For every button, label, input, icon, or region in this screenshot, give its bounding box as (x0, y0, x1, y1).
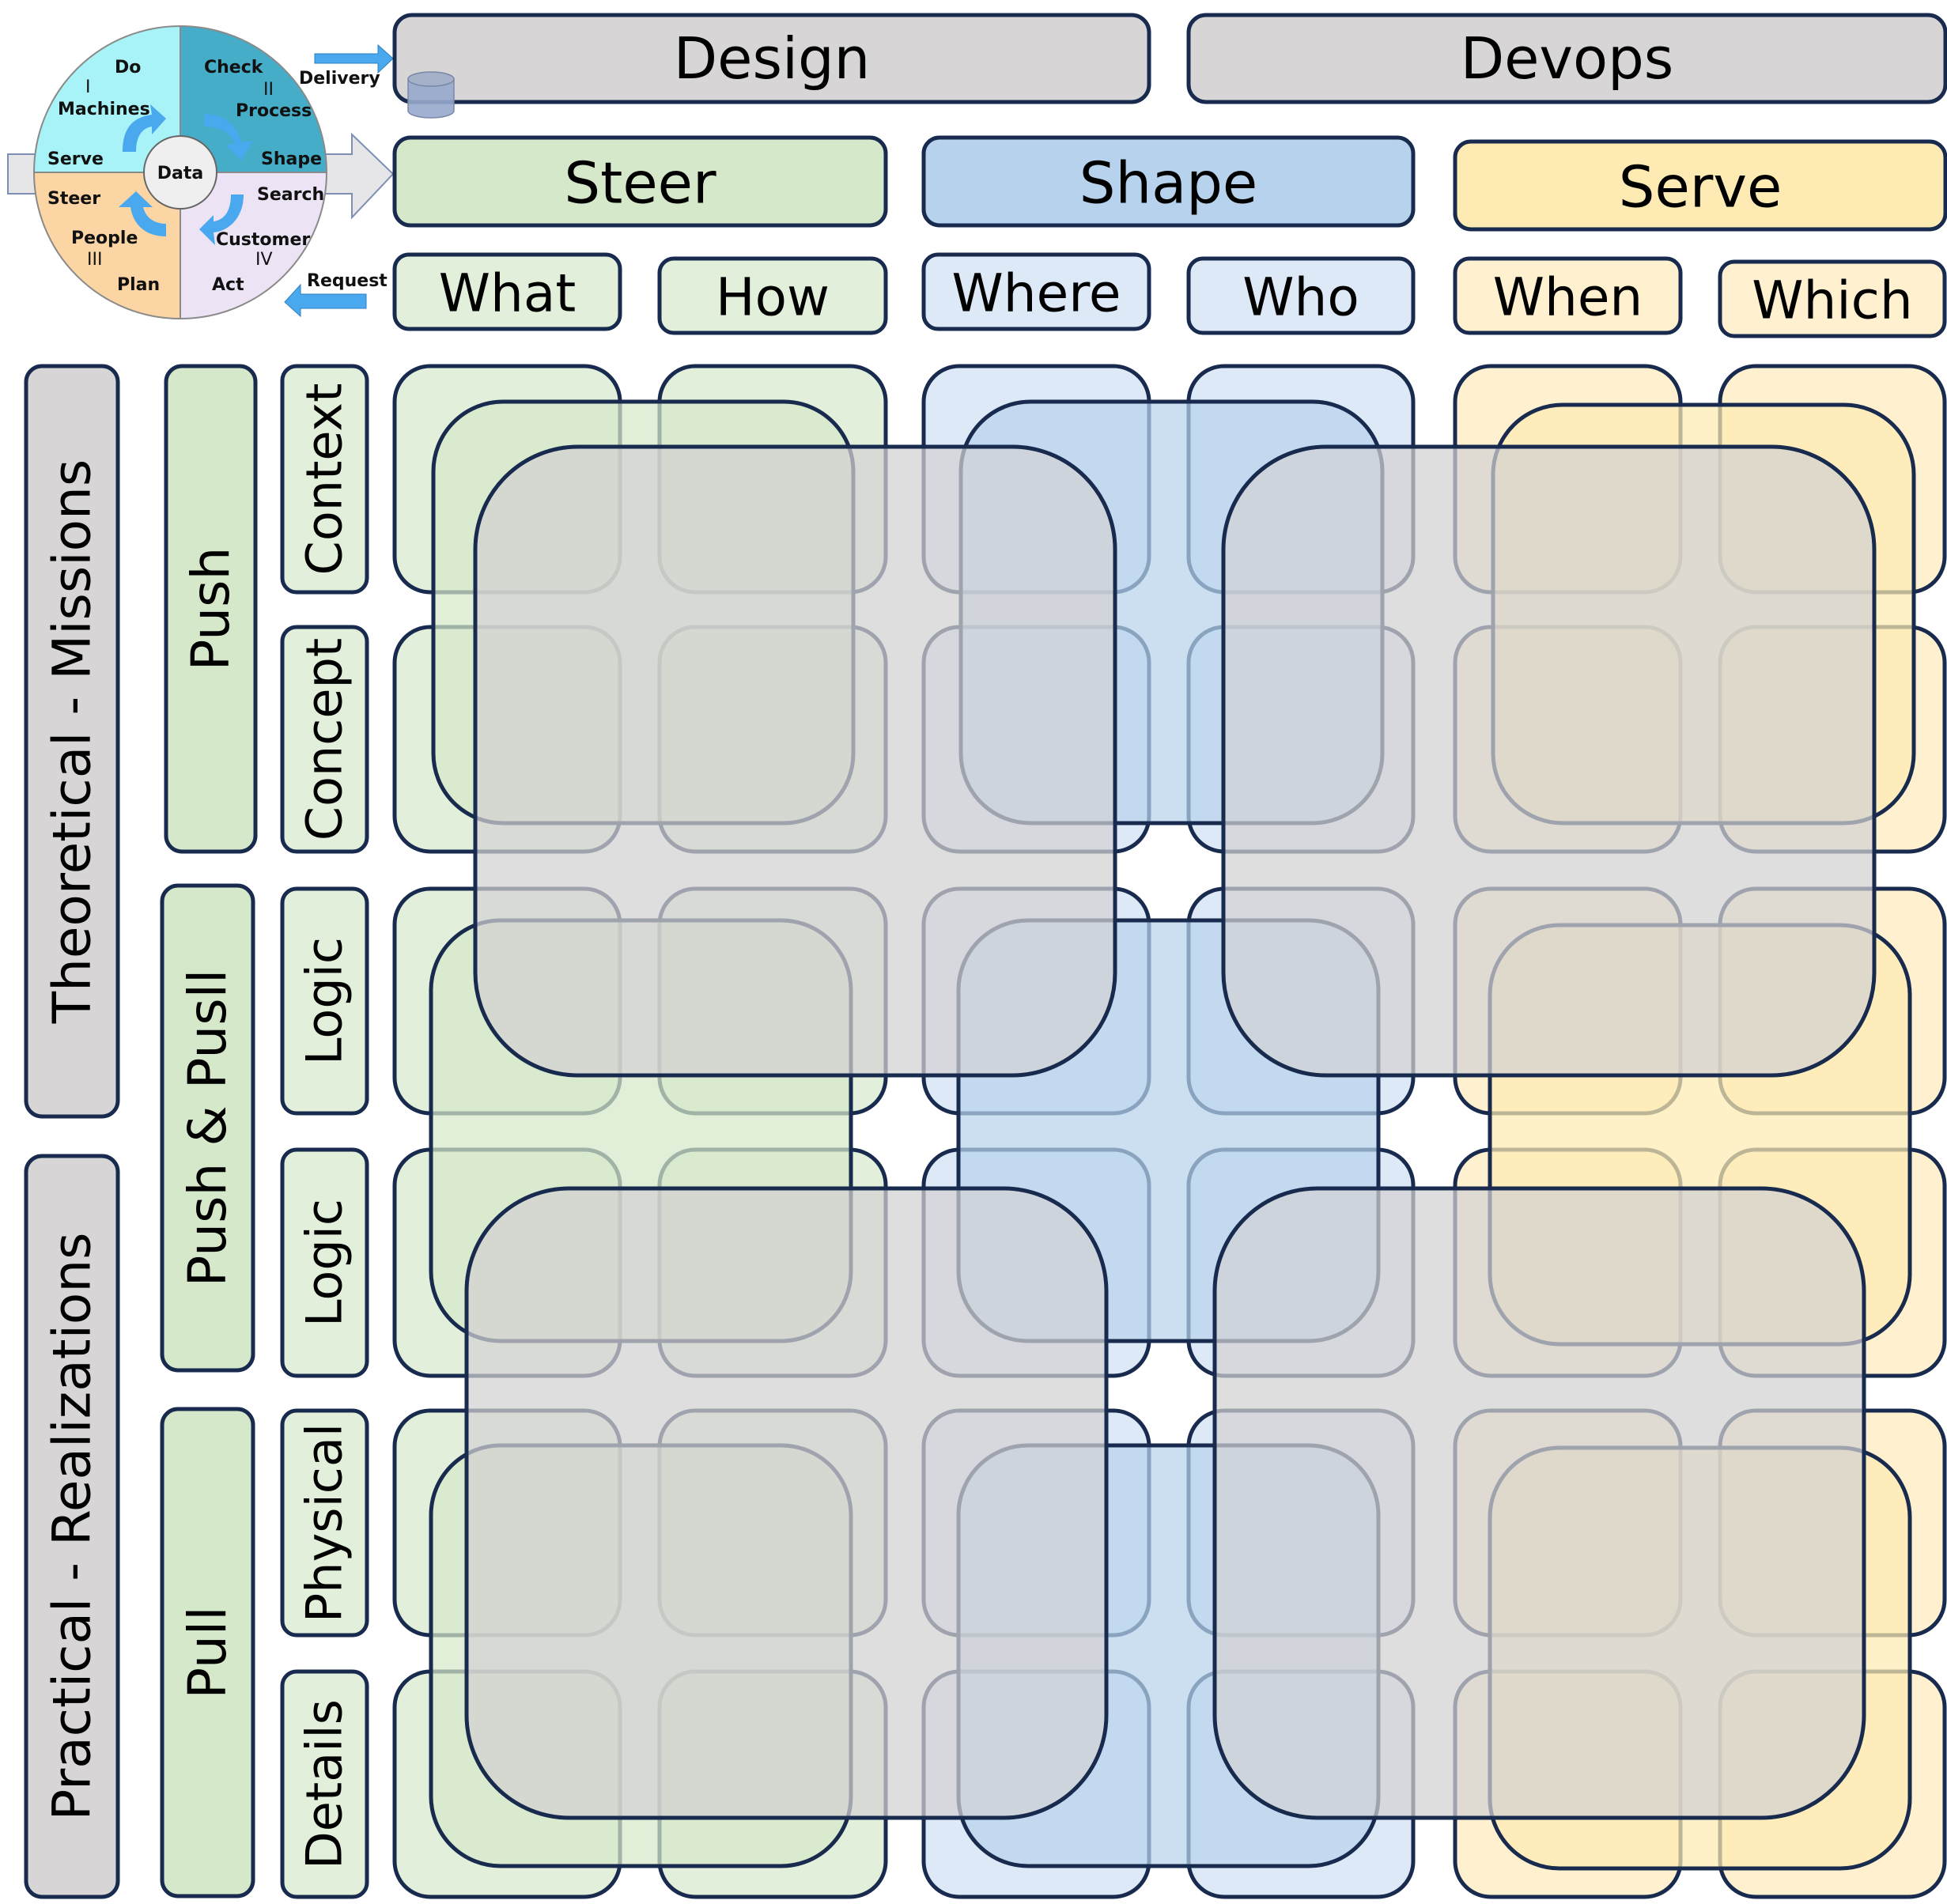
column-header-what: What (392, 252, 622, 331)
column-header-label: When (1493, 267, 1643, 328)
row-label-text: Logic (296, 937, 353, 1065)
row-label-text: Details (296, 1699, 353, 1869)
row-label-physical: Physical (280, 1408, 369, 1638)
column-header-label: Who (1242, 267, 1359, 328)
quadrant-check-numeral: II (263, 80, 274, 100)
perspective-theoretical: Theoretical - Missions (24, 364, 120, 1119)
header-design: Design (392, 13, 1151, 104)
row-label-details: Details (280, 1669, 369, 1899)
column-header-where: Where (921, 252, 1151, 331)
group-steer-label: Steer (564, 150, 716, 217)
quadrant-act-name: Act (212, 275, 244, 295)
quadrant-plan-corner: Steer (47, 189, 100, 209)
quadrant-act-subject: Customer (216, 230, 310, 250)
row-label-context: Context (280, 364, 369, 595)
quadrant-act-corner: Search (257, 185, 324, 205)
row-label-text: Context (296, 383, 353, 576)
quadrant-check-subject: Process (236, 101, 312, 121)
header-devops: Devops (1186, 13, 1947, 104)
group-serve: Serve (1453, 139, 1947, 232)
flow-label: Push & Pusll (177, 969, 238, 1287)
delivery-label: Delivery (299, 69, 380, 89)
row-label-text: Physical (296, 1423, 353, 1623)
perspective-practical: Practical - Realizations (24, 1154, 120, 1899)
side-labels: Theoretical - Missions Practical - Realiz… (24, 364, 369, 1899)
flow-label: Push (180, 547, 241, 671)
diagram-canvas: Data Do I Machines Serve Check II Proces… (7, 13, 1947, 1899)
group-steer: Steer (392, 135, 888, 228)
column-header-label: How (716, 267, 830, 328)
column-header-when: When (1453, 256, 1683, 335)
group-shape-label: Shape (1079, 150, 1257, 217)
overlay-grey-1 (473, 444, 1117, 1078)
overlay-grey-2 (1221, 444, 1877, 1078)
flow-label: Pull (177, 1606, 238, 1698)
row-label-text: Logic (296, 1199, 353, 1327)
column-header-label: What (439, 263, 576, 324)
perspective-label: Practical - Realizations (42, 1232, 103, 1820)
header-design-label: Design (674, 25, 871, 92)
group-shape: Shape (921, 135, 1416, 228)
quadrant-do-subject: Machines (58, 100, 150, 119)
flow-push-pull: Push & Pusll (160, 883, 255, 1373)
header-devops-label: Devops (1461, 25, 1674, 92)
pdca-cycle-diagram: Data Do I Machines Serve Check II Proces… (7, 25, 395, 320)
row-label-text: Concept (296, 638, 353, 841)
column-header-which: Which (1718, 259, 1947, 338)
group-serve-label: Serve (1619, 154, 1783, 221)
database-icon (407, 71, 455, 119)
flow-push: Push (164, 364, 258, 854)
quadrant-check-corner: Shape (261, 149, 322, 169)
quadrant-do-numeral: I (85, 77, 91, 97)
column-header-label: Where (952, 263, 1121, 324)
row-label-logic: Logic (280, 886, 369, 1116)
quadrant-plan-subject: People (71, 229, 138, 248)
column-header-how: How (657, 256, 888, 335)
quadrant-do-name: Do (115, 58, 141, 77)
header: Design Devops Steer Shape Serve What How Where W… (392, 13, 1947, 338)
overlay-grey-3 (464, 1186, 1109, 1820)
column-header-label: Which (1752, 270, 1913, 331)
quadrant-act-numeral: IV (255, 250, 273, 270)
overlay-grey-4 (1212, 1186, 1866, 1820)
request-label: Request (307, 271, 388, 291)
row-label-logic: Logic (280, 1147, 369, 1378)
quadrant-plan-numeral: III (87, 250, 102, 270)
row-label-concept: Concept (280, 625, 369, 854)
quadrant-check-name: Check (204, 58, 264, 77)
quadrant-do-corner: Serve (47, 149, 104, 169)
column-header-who: Who (1186, 256, 1416, 335)
flow-pull: Pull (160, 1407, 255, 1898)
data-hub-label: Data (157, 164, 203, 183)
quadrant-plan-name: Plan (117, 275, 160, 295)
perspective-label: Theoretical - Missions (42, 459, 103, 1024)
